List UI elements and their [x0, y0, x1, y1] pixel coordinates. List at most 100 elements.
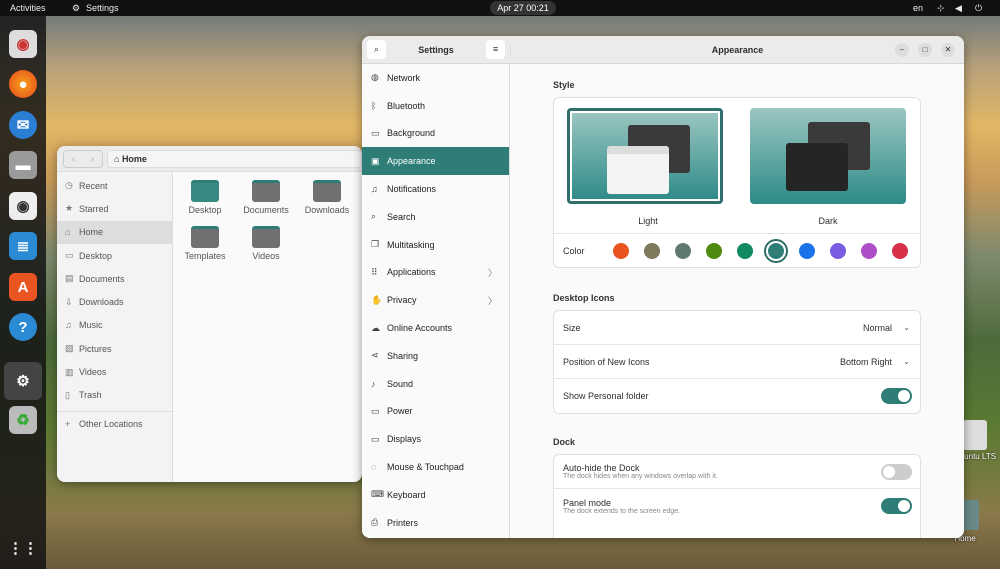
- sidebar-item-printers[interactable]: ⎙ Printers: [362, 509, 509, 537]
- folder-videos[interactable]: Videos: [238, 226, 294, 261]
- help-icon[interactable]: ?: [9, 313, 37, 341]
- sidebar-item-appearance[interactable]: ▣ Appearance: [362, 147, 509, 176]
- nav-buttons[interactable]: ‹ ›: [63, 150, 103, 168]
- maximize-button[interactable]: □: [918, 43, 932, 57]
- files-sidebar-desktop[interactable]: ▭ Desktop: [57, 244, 172, 267]
- sidebar-item-sharing[interactable]: ⋖ Sharing: [362, 342, 509, 370]
- autohide-toggle[interactable]: [881, 463, 912, 480]
- volume-icon[interactable]: ◀: [955, 3, 962, 14]
- sidebar-item-sound[interactable]: ♪ Sound: [362, 370, 509, 398]
- sidebar-item-online-accounts[interactable]: ☁ Online Accounts: [362, 314, 509, 342]
- sidebar-item-search[interactable]: ⌕ Search: [362, 203, 509, 231]
- show-apps-icon[interactable]: ⋮⋮: [8, 534, 38, 562]
- dock-box: Auto-hide the Dock The dock hides when an…: [553, 454, 921, 538]
- files-sidebar-starred[interactable]: ★ Starred: [57, 197, 172, 220]
- accent-color-swatch[interactable]: [799, 243, 815, 259]
- folder-documents[interactable]: Documents: [238, 180, 294, 215]
- monitor-icon: ▭: [371, 127, 380, 138]
- close-button[interactable]: ✕: [941, 43, 955, 57]
- files-sidebar-recent[interactable]: ◷ Recent: [57, 174, 172, 197]
- label: Online Accounts: [387, 323, 453, 334]
- files-sidebar-other-locations[interactable]: + Other Locations: [57, 412, 172, 435]
- settings-icon[interactable]: ⚙: [4, 362, 42, 400]
- writer-icon[interactable]: ≣: [9, 232, 37, 260]
- files-sidebar-downloads[interactable]: ⇩ Downloads: [57, 290, 172, 313]
- folder-downloads[interactable]: Downloads: [299, 180, 355, 215]
- position-row[interactable]: Position of New Icons Bottom Right ⌄: [554, 345, 920, 379]
- style-heading: Style: [553, 80, 575, 90]
- power-icon[interactable]: ⏻: [975, 3, 982, 14]
- sidebar-item-keyboard[interactable]: ⌨ Keyboard: [362, 481, 509, 509]
- back-icon[interactable]: ‹: [72, 154, 75, 164]
- folder-desktop[interactable]: Desktop: [177, 180, 233, 215]
- folder-templates[interactable]: Templates: [177, 226, 233, 261]
- label: Sharing: [387, 350, 419, 361]
- sidebar-item-displays[interactable]: ▭ Displays: [362, 425, 509, 453]
- accent-color-swatch[interactable]: [737, 243, 753, 259]
- cloud-icon: ☁: [371, 322, 380, 333]
- size-dropdown[interactable]: Normal: [863, 323, 892, 333]
- language-indicator[interactable]: en: [913, 3, 923, 13]
- display-icon: ▭: [371, 433, 380, 444]
- clock[interactable]: Apr 27 00:21: [490, 1, 556, 15]
- accent-color-swatch[interactable]: [613, 243, 629, 259]
- files-sidebar-home[interactable]: ⌂ Home: [57, 220, 172, 244]
- light-style-option[interactable]: [567, 108, 723, 204]
- rhythmbox-icon[interactable]: ◉: [9, 192, 37, 220]
- label: Notifications: [387, 184, 437, 195]
- desktop-icons-heading: Desktop Icons: [553, 293, 615, 303]
- top-bar: Activities ⚙ Settings Apr 27 00:21 en ⊹ …: [0, 0, 1000, 16]
- sidebar-item-privacy[interactable]: ✋ Privacy 〉: [362, 286, 509, 314]
- files-sidebar-documents[interactable]: ▤ Documents: [57, 267, 172, 290]
- plus-icon: +: [65, 418, 71, 429]
- dark-style-option[interactable]: [750, 108, 906, 204]
- sidebar-item-notifications[interactable]: ♫ Notifications: [362, 175, 509, 203]
- accent-color-swatch[interactable]: [768, 243, 784, 259]
- network-icon: ◍: [371, 72, 379, 83]
- sidebar-item-background[interactable]: ▭ Background: [362, 120, 509, 148]
- files-sidebar-pictures[interactable]: ▨ Pictures: [57, 337, 172, 360]
- hand-icon: ✋: [371, 294, 383, 305]
- forward-icon[interactable]: ›: [91, 154, 94, 164]
- accent-color-swatch[interactable]: [861, 243, 877, 259]
- personal-folder-toggle[interactable]: [881, 388, 912, 404]
- app-menu[interactable]: Settings: [86, 3, 119, 13]
- accent-color-swatch[interactable]: [892, 243, 908, 259]
- sidebar-item-mouse-touchpad[interactable]: ◌ Mouse & Touchpad: [362, 453, 509, 481]
- accent-color-swatch[interactable]: [675, 243, 691, 259]
- sidebar-item-bluetooth[interactable]: ᛒ Bluetooth: [362, 92, 509, 120]
- position-dropdown[interactable]: Bottom Right: [840, 357, 892, 367]
- sidebar-item-power[interactable]: ▭ Power: [362, 398, 509, 426]
- files-sidebar: ◷ Recent ★ Starred ⌂ Home ▭ Desktop ▤ Documen…: [57, 172, 173, 482]
- files-sidebar-videos[interactable]: ▥ Videos: [57, 360, 172, 383]
- folder-icon: [252, 180, 280, 202]
- home-icon: ⌂: [65, 227, 71, 238]
- accent-color-swatch[interactable]: [706, 243, 722, 259]
- activities-button[interactable]: Activities: [10, 3, 46, 13]
- printer-icon: ⎙: [371, 517, 379, 528]
- app-center-icon[interactable]: A: [9, 273, 37, 301]
- multitasking-icon: ❐: [371, 239, 380, 250]
- sidebar-item-applications[interactable]: ⠿ Applications 〉: [362, 259, 509, 287]
- size-row[interactable]: Size Normal ⌄: [554, 311, 920, 345]
- panel-mode-toggle[interactable]: [881, 498, 912, 514]
- path-bar[interactable]: ⌂ Home: [107, 150, 362, 168]
- files-sidebar-trash[interactable]: ▯ Trash: [57, 384, 172, 407]
- label: Appearance: [387, 156, 436, 167]
- installer-icon[interactable]: ◉: [9, 30, 37, 58]
- thunderbird-icon[interactable]: ✉: [9, 111, 37, 139]
- files-icon[interactable]: ▬: [9, 151, 37, 179]
- sidebar-item-multitasking[interactable]: ❐ Multitasking: [362, 231, 509, 259]
- accent-color-swatch[interactable]: [830, 243, 846, 259]
- minimize-button[interactable]: –: [895, 43, 909, 57]
- files-sidebar-music[interactable]: ♫ Music: [57, 314, 172, 337]
- accent-color-swatch[interactable]: [644, 243, 660, 259]
- sidebar-item-network[interactable]: ◍ Network: [362, 64, 509, 92]
- firefox-icon[interactable]: ●: [9, 70, 37, 98]
- trash-icon[interactable]: ♻: [9, 406, 37, 434]
- search-button[interactable]: ⌕: [367, 40, 386, 59]
- menu-button[interactable]: ≡: [486, 40, 505, 59]
- network-icon[interactable]: ⊹: [937, 3, 945, 14]
- files-header: ‹ › ⌂ Home: [57, 146, 362, 172]
- label: Documents: [79, 273, 125, 284]
